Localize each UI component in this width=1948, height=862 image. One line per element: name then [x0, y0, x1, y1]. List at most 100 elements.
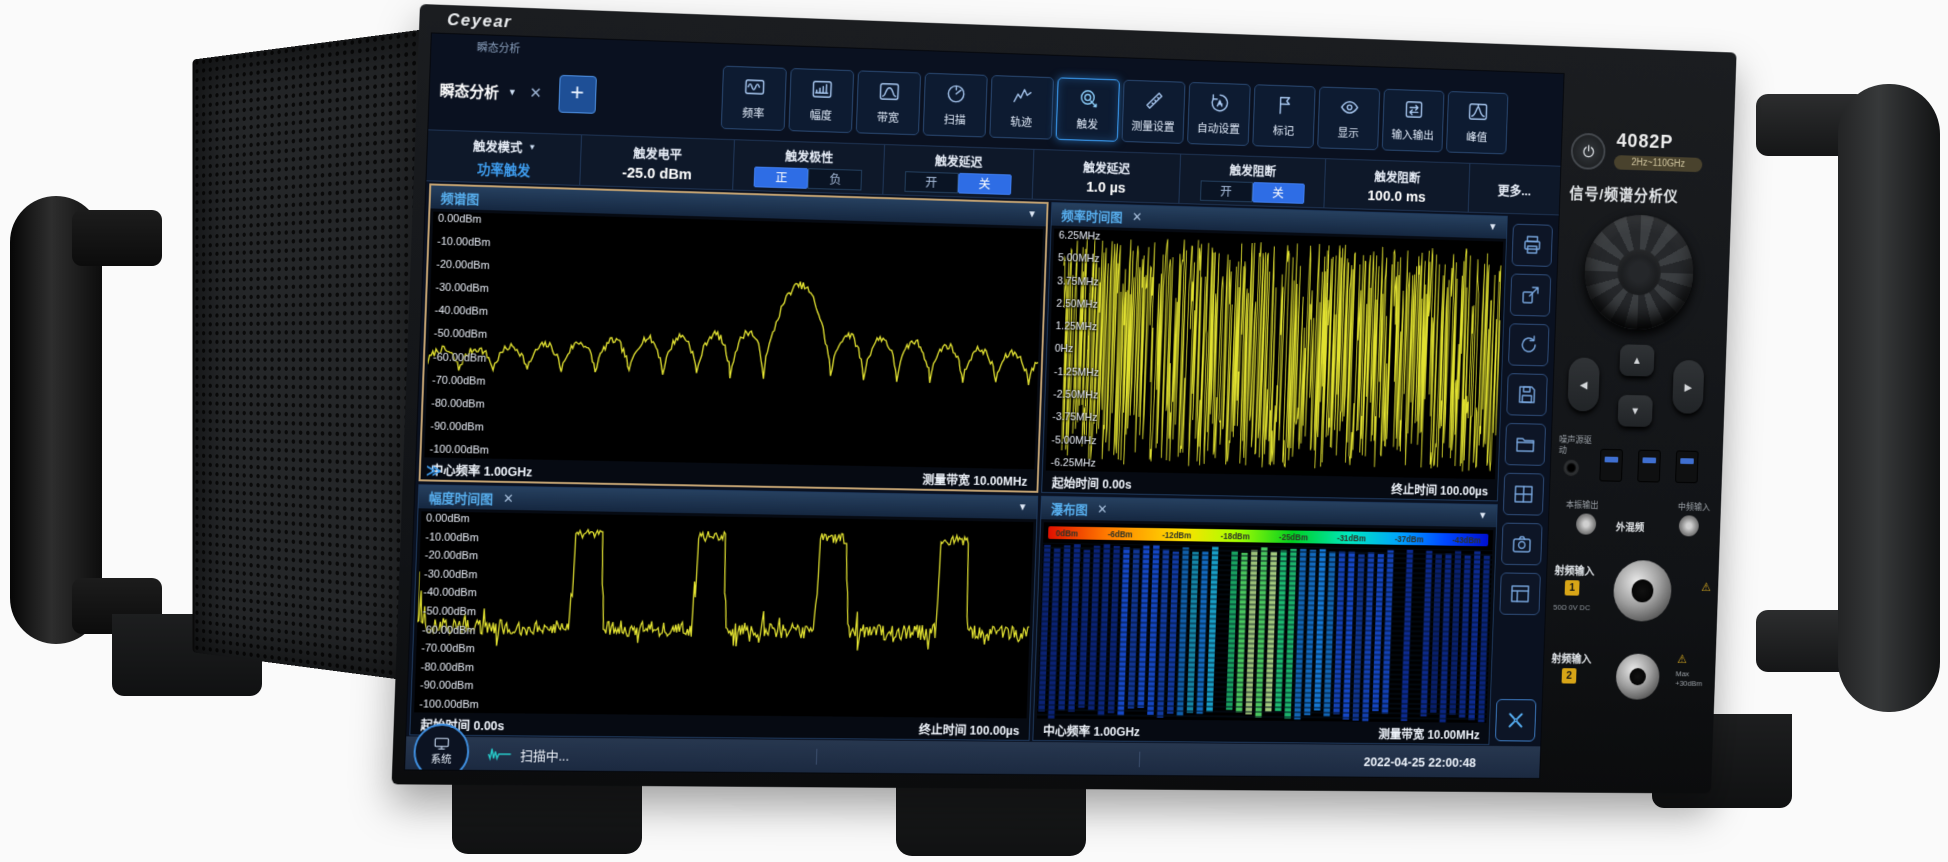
toolbar-button-input-output[interactable]: 输入输出 [1382, 89, 1445, 153]
setting-group-4[interactable]: 触发延迟1.0 µs [1032, 150, 1181, 203]
start-time-readout: 起始时间 0.00s [1052, 472, 1132, 492]
setting-group-3[interactable]: 触发延迟开关 [883, 145, 1034, 199]
arrow-down-button[interactable]: ▼ [1618, 395, 1653, 427]
tab-close-button[interactable]: ✕ [529, 84, 542, 102]
chevron-down-icon[interactable]: ▼ [1478, 511, 1487, 522]
toggle-option[interactable]: 关 [1252, 182, 1305, 204]
expand-arrows[interactable]: ≫ [426, 461, 442, 479]
front-panel: Ceyear 瞬态分析 瞬态分析 ▼ ✕ + 频率幅度带宽扫描轨迹触发测量设置自… [392, 4, 1737, 794]
sidebar-button-list[interactable] [1499, 572, 1541, 615]
setting-label-text: 触发延迟 [935, 150, 983, 170]
rf-input-2-number: 2 [1562, 668, 1577, 683]
arrow-up-button[interactable]: ▲ [1619, 344, 1654, 376]
toggle-switch: 开关 [904, 171, 1011, 195]
toolbar-button-label: 带宽 [877, 109, 900, 125]
toolbar-button-measure-setup[interactable]: 测量设置 [1121, 80, 1185, 144]
colorbar-tick-label: -12dBm [1162, 530, 1192, 540]
setting-label-text: 触发阻断 [1374, 166, 1421, 186]
input-output-icon [1402, 98, 1424, 126]
panel-waterfall[interactable]: 瀑布图 ✕ ▼ 0dBm-6dBm-12dBm-18dBm-25dBm-31dB… [1032, 496, 1497, 745]
waterfall-plot[interactable]: 0dBm-6dBm-12dBm-18dBm-25dBm-31dBm-37dBm-… [1037, 522, 1493, 723]
setting-group-5[interactable]: 触发阻断开关 [1179, 155, 1326, 208]
toggle-option[interactable]: 正 [754, 166, 809, 188]
chevron-down-icon[interactable]: ▼ [1488, 222, 1497, 233]
toolbar-button-peak[interactable]: 峰值 [1446, 91, 1508, 154]
setting-label-text: 触发极性 [785, 145, 834, 165]
panel-title: 频率时间图 [1061, 205, 1123, 225]
chevron-down-icon[interactable]: ▼ [508, 87, 517, 97]
toolbar-button-display[interactable]: 显示 [1317, 86, 1380, 150]
sidebar-button-close[interactable] [1495, 699, 1537, 742]
sidebar-button-screenshot[interactable] [1501, 523, 1542, 566]
toolbar-button-trigger[interactable]: 触发 [1056, 77, 1120, 141]
panel-close-button[interactable]: ✕ [1097, 501, 1108, 517]
setting-value: 功率触发 [477, 158, 531, 180]
setting-group-7[interactable]: 更多... [1468, 164, 1560, 215]
system-button[interactable]: 系统 [413, 723, 470, 779]
spectrum-plot[interactable]: 0.00dBm-10.00dBm-20.00dBm-30.00dBm-40.00… [424, 212, 1043, 470]
toggle-option[interactable]: 关 [958, 172, 1012, 194]
toggle-option[interactable]: 开 [904, 171, 958, 193]
frequency-icon [743, 75, 766, 103]
audio-jack [1563, 460, 1579, 477]
chevron-down-icon[interactable]: ▼ [1018, 502, 1028, 513]
if-input-connector [1679, 515, 1699, 536]
panel-amplitude-time[interactable]: 幅度时间图 ✕ ▼ 0.00dBm-10.00dBm-20.00dBm-30.0… [409, 484, 1038, 741]
panel-close-button[interactable]: ✕ [1132, 209, 1143, 225]
measure-bandwidth-readout: 测量带宽 10.00MHz [1378, 723, 1480, 742]
arrow-right-button[interactable]: ▶ [1672, 360, 1704, 414]
toolbar-button-label: 轨迹 [1010, 114, 1032, 130]
toggle-option[interactable]: 开 [1200, 180, 1253, 202]
sidebar-button-layout[interactable] [1503, 473, 1544, 516]
list-icon [1509, 582, 1532, 605]
setting-value: 1.0 µs [1086, 178, 1126, 196]
datetime-readout: 2022-04-25 22:00:48 [1364, 754, 1477, 769]
arrow-left-button[interactable]: ◀ [1567, 357, 1600, 411]
toolbar-button-amplitude[interactable]: 幅度 [788, 68, 854, 133]
setting-label: 触发极性 [785, 145, 834, 165]
toolbar-button-sweep[interactable]: 扫描 [923, 73, 988, 138]
bandwidth-icon [877, 80, 900, 108]
panel-spectrum[interactable]: 频谱图 ▼ 0.00dBm-10.00dBm-20.00dBm-30.00dBm… [419, 183, 1049, 492]
setting-group-6[interactable]: 触发阻断100.0 ms [1325, 159, 1470, 212]
if-input-label: 中频输入 [1678, 500, 1711, 513]
frequency-time-plot[interactable]: 6.25MHz5.00MHz3.75MHz2.50MHz1.25MHz0Hz-1… [1046, 229, 1504, 480]
panel-close-button[interactable]: ✕ [503, 490, 514, 506]
sidebar-button-export[interactable] [1510, 273, 1551, 316]
toggle-option[interactable]: 负 [808, 168, 863, 190]
colorbar-tick-label: -31dBm [1337, 533, 1366, 543]
frequency-range-badge: 2Hz~110GHz [1614, 155, 1703, 172]
toolbar-button-marker[interactable]: 标记 [1252, 84, 1315, 148]
sidebar-button-print[interactable] [1511, 224, 1552, 267]
power-button[interactable] [1570, 133, 1606, 170]
setting-group-0[interactable]: 触发模式▼功率触发 [426, 130, 582, 185]
chevron-down-icon[interactable]: ▼ [1027, 209, 1037, 220]
sidebar-button-save[interactable] [1506, 373, 1547, 416]
panel-frequency-time[interactable]: 频率时间图 ✕ ▼ 6.25MHz5.00MHz3.75MHz2.50MHz1.… [1041, 202, 1508, 501]
rf-input-1-block: 射频输入 1 50Ω 0V DC ⚠ [1552, 555, 1713, 632]
toggle-switch: 开关 [1200, 180, 1305, 204]
sidebar-button-folder-open[interactable] [1505, 423, 1546, 466]
lo-output-connector [1576, 513, 1597, 534]
screenshot-icon [1511, 532, 1534, 555]
toolbar-button-trace[interactable]: 轨迹 [989, 75, 1054, 140]
rotary-knob[interactable] [1583, 213, 1695, 330]
chevron-down-icon: ▼ [528, 143, 536, 152]
amplitude-time-plot[interactable]: 0.00dBm-10.00dBm-20.00dBm-30.00dBm-40.00… [414, 511, 1033, 718]
more-button-label: 更多... [1497, 180, 1531, 199]
layout-icon [1512, 483, 1535, 506]
amplitude-time-trace [414, 511, 1033, 718]
sweep-status: 扫描中... [486, 745, 569, 765]
toolbar-button-auto-setup[interactable]: 自动设置 [1187, 82, 1251, 146]
noise-source-label: 噪声源驱动 [1559, 435, 1596, 456]
auto-setup-icon [1208, 91, 1230, 119]
setting-group-1[interactable]: 触发电平-25.0 dBm [581, 135, 735, 189]
toolbar-button-frequency[interactable]: 频率 [721, 66, 787, 131]
sidebar-button-refresh[interactable] [1508, 323, 1549, 366]
toolbar-button-bandwidth[interactable]: 带宽 [856, 70, 921, 135]
amplitude-icon [810, 78, 833, 106]
tab-transient-analysis[interactable]: 瞬态分析 [439, 79, 499, 102]
spectrum-trace [424, 212, 1043, 470]
setting-group-2[interactable]: 触发极性正负 [733, 140, 885, 194]
add-tab-button[interactable]: + [558, 75, 597, 114]
